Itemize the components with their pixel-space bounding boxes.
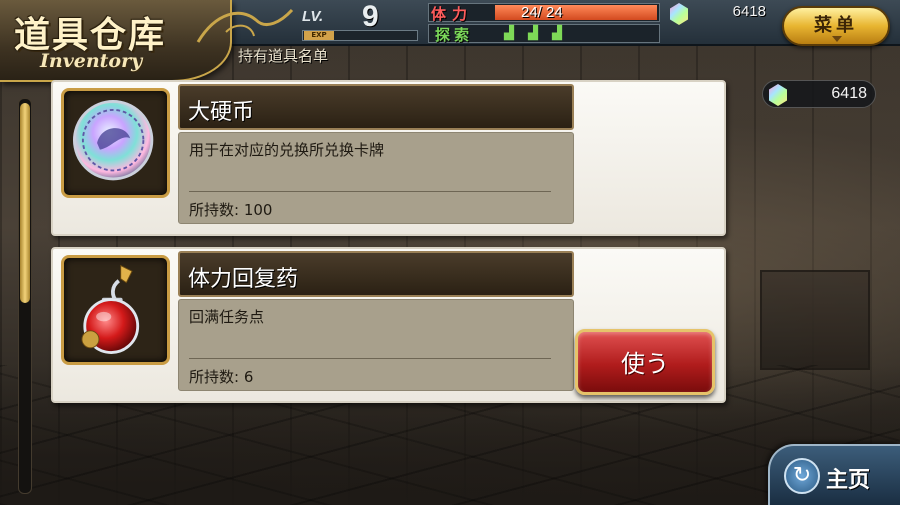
item-description: 回满任务点 [189,308,265,326]
item-details-box: 回满任务点 所持数: 6 [178,299,574,391]
home-label: 主页 [826,468,871,493]
inventory-list-title: 持有道具名单 [238,47,329,65]
item-details-box: 用于在对应的兑换所兑换卡牌 所持数: 100 [178,132,574,224]
exp-label: EXP [304,31,334,40]
level-label: LV. [302,8,324,25]
scrollbar[interactable] [18,98,32,494]
stamina-value: 24/ 24 [521,4,563,21]
exp-bar: EXP [302,30,418,41]
boot-icon: ▟ [528,26,538,41]
list-item[interactable]: 体力回复药 回满任务点 所持数: 6 使う [51,247,726,403]
stamina-fill [495,5,657,20]
gem-count: 6418 [732,3,766,20]
gem-count: 6418 [831,85,867,102]
home-button[interactable]: ↻ 主页 [768,444,900,505]
item-name: 大硬币 [188,100,255,125]
gem-icon [769,84,787,106]
explore-bar: 探索 ▟ ▟ ▟ [428,24,660,44]
divider [189,191,551,192]
item-quantity: 所持数: 100 [189,201,273,219]
item-name-box: 大硬币 [178,84,574,130]
scrollbar-thumb[interactable] [20,103,30,303]
list-item[interactable]: 大硬币 用于在对应的兑换所兑换卡牌 所持数: 100 [51,80,726,236]
potion-icon [61,255,170,365]
level-value: 9 [362,0,379,33]
item-description: 用于在对应的兑换所兑换卡牌 [189,141,385,159]
stamina-bar: 体力 24/ 24 [428,3,660,23]
chevron-down-icon [832,36,842,42]
divider [189,358,551,359]
coin-icon [61,88,170,198]
page-subtitle: Inventory [40,50,143,72]
return-arrow-icon: ↻ [784,458,820,494]
gem-counter-top: 6418 [668,1,776,25]
item-name: 体力回复药 [188,267,299,292]
use-button-label: 使う [621,350,669,378]
background-shelf [760,270,870,370]
use-button[interactable]: 使う [575,329,715,395]
boot-icon: ▟ [552,26,562,41]
boot-icon: ▟ [504,26,514,41]
menu-button[interactable]: 菜单 [782,6,890,46]
stamina-label: 体力 [431,5,474,23]
gem-counter-side: 6418 [762,80,876,108]
item-quantity: 所持数: 6 [189,368,254,386]
gem-icon [670,3,688,25]
explore-label: 探索 [435,26,474,44]
item-name-box: 体力回复药 [178,251,574,297]
menu-label: 菜单 [814,15,858,36]
